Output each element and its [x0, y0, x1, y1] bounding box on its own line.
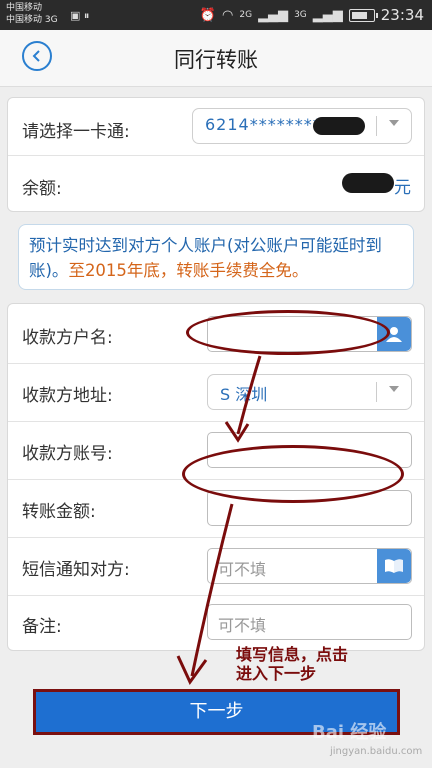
account-panel: 请选择一卡通: 6214********* 余额: 元	[7, 97, 425, 212]
battery-icon	[348, 8, 378, 22]
carrier-2: 中国移动 3G	[6, 15, 58, 25]
payee-name-label: 收款方户名:	[22, 328, 113, 348]
divider	[8, 537, 424, 538]
alarm-icon: ⏰	[199, 7, 217, 23]
image-icon: ▣	[70, 9, 81, 22]
card-row: 请选择一卡通: 6214*********	[8, 98, 424, 155]
notification-icons: ▣ ⏸	[70, 9, 89, 23]
chevron-down-icon	[389, 386, 399, 392]
redaction-mask	[313, 117, 365, 135]
divider	[8, 363, 424, 364]
select-separator	[376, 116, 377, 136]
select-separator	[376, 382, 377, 402]
carrier-1: 中国移动	[6, 3, 43, 13]
sms-label: 短信通知对方:	[22, 560, 130, 580]
watermark-url: jingyan.baidu.com	[330, 746, 423, 757]
annotation-ellipse	[182, 445, 404, 503]
amount-label: 转账金额:	[22, 502, 96, 522]
chevron-down-icon	[389, 120, 399, 126]
balance-unit: 元	[394, 178, 411, 198]
clock: 23:34	[380, 6, 424, 24]
payee-address-value: S 深圳	[220, 385, 268, 404]
card-select-value: 6214*********	[205, 115, 331, 134]
signal-icon-2: ▂▄▆	[312, 7, 343, 23]
balance-row: 余额: 元	[8, 156, 424, 213]
redaction-mask	[342, 173, 394, 193]
pause-icon: ⏸	[83, 9, 90, 22]
page-title: 同行转账	[174, 48, 258, 72]
remark-label: 备注:	[22, 617, 62, 637]
book-icon	[385, 559, 403, 573]
status-bar: 中国移动 中国移动 3G ▣ ⏸ ⏰ ◠ 2G ▂▄▆ 3G ▂▄▆ 23:34	[0, 0, 432, 30]
payee-address-select[interactable]: S 深圳	[207, 374, 412, 410]
remark-input[interactable]: 可不填	[207, 604, 412, 640]
notice-highlight: 至2015年底，转账手续费全免。	[68, 261, 309, 280]
app-header: 同行转账	[0, 30, 432, 87]
annotation-line-1: 填写信息，点击	[236, 645, 349, 664]
divider	[8, 421, 424, 422]
annotation-line-2: 进入下一步	[236, 664, 317, 683]
status-right: ⏰ ◠ 2G ▂▄▆ 3G ▂▄▆ 23:34	[200, 6, 424, 24]
card-select[interactable]: 6214*********	[192, 108, 412, 144]
phonebook-button[interactable]	[377, 549, 411, 583]
signal-icon: ▂▄▆	[258, 7, 289, 23]
divider	[8, 595, 424, 596]
network-3g-label: 3G	[294, 10, 307, 20]
carrier-info: 中国移动 中国移动 3G	[6, 2, 58, 26]
remark-placeholder: 可不填	[218, 616, 267, 635]
annotation-note: 填写信息，点击 进入下一步	[236, 645, 348, 683]
wifi-icon: ◠	[222, 7, 234, 23]
annotation-ellipse	[186, 310, 390, 355]
card-label: 请选择一卡通:	[22, 122, 130, 142]
payee-account-label: 收款方账号:	[22, 444, 113, 464]
network-2g-label: 2G	[239, 10, 253, 20]
balance-label: 余额:	[22, 179, 62, 199]
notice-box: 预计实时达到对方个人账户(对公账户可能延时到账)。至2015年底，转账手续费全免…	[18, 224, 414, 290]
baidu-watermark: Bai 经验	[312, 722, 387, 743]
sms-placeholder: 可不填	[218, 560, 267, 579]
sms-input[interactable]: 可不填	[207, 548, 412, 584]
payee-address-label: 收款方地址:	[22, 386, 113, 406]
